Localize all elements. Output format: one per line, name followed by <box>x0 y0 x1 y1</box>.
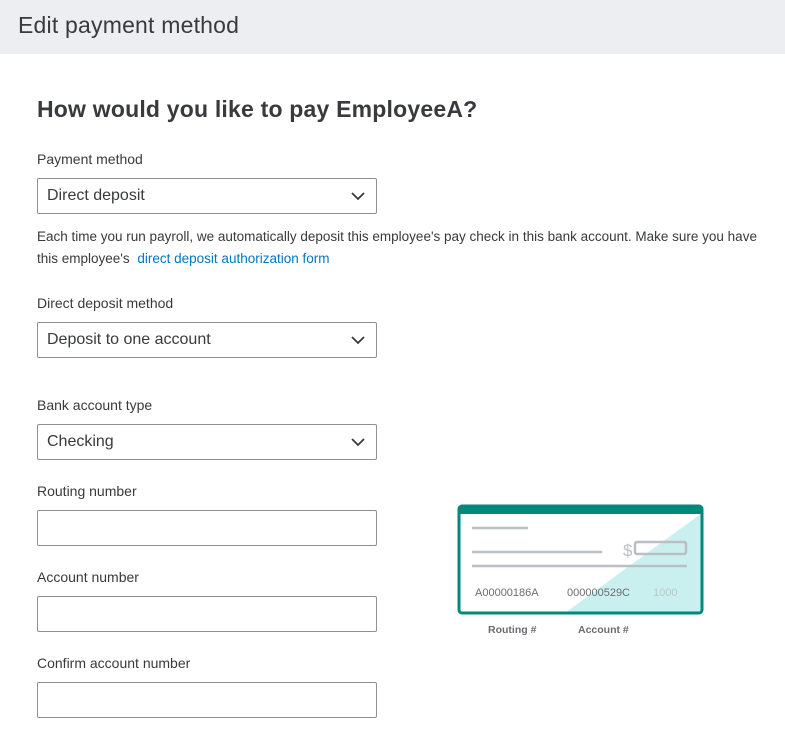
payment-method-value: Direct deposit <box>47 187 145 204</box>
confirm-account-label: Confirm account number <box>37 655 191 671</box>
account-type-value: Checking <box>47 433 114 450</box>
account-number-label: Account number <box>37 569 139 585</box>
chevron-down-icon <box>351 438 365 447</box>
payment-method-select[interactable]: Direct deposit <box>37 178 377 214</box>
deposit-method-label: Direct deposit method <box>37 295 174 311</box>
confirm-account-input[interactable] <box>37 682 377 718</box>
check-number-example: 1000 <box>653 587 677 599</box>
authorization-form-link[interactable]: direct deposit authorization form <box>137 251 329 266</box>
deposit-method-select[interactable]: Deposit to one account <box>37 322 377 358</box>
payment-method-label: Payment method <box>37 151 143 167</box>
check-illustration: $ A00000186A 000000529C 1000 Routing # A… <box>455 503 705 643</box>
currency-symbol: $ <box>623 541 633 560</box>
chevron-down-icon <box>351 336 365 345</box>
deposit-method-value: Deposit to one account <box>47 331 211 348</box>
chevron-down-icon <box>351 192 365 201</box>
account-type-label: Bank account type <box>37 397 153 413</box>
direct-deposit-help-text: Each time you run payroll, we automatica… <box>37 226 772 270</box>
account-caption: Account # <box>578 624 629 636</box>
dialog-header: Edit payment method <box>0 0 785 54</box>
routing-number-label: Routing number <box>37 483 137 499</box>
routing-number-input[interactable] <box>37 510 377 546</box>
routing-caption: Routing # <box>488 624 537 636</box>
check-graphic: $ A00000186A 000000529C 1000 Routing # A… <box>457 504 704 636</box>
account-example: 000000529C <box>567 587 630 599</box>
account-type-select[interactable]: Checking <box>37 424 377 460</box>
account-number-input[interactable] <box>37 596 377 632</box>
routing-example: A00000186A <box>475 587 539 599</box>
page-heading: How would you like to pay EmployeeA? <box>37 96 478 122</box>
dialog-title: Edit payment method <box>18 12 240 38</box>
